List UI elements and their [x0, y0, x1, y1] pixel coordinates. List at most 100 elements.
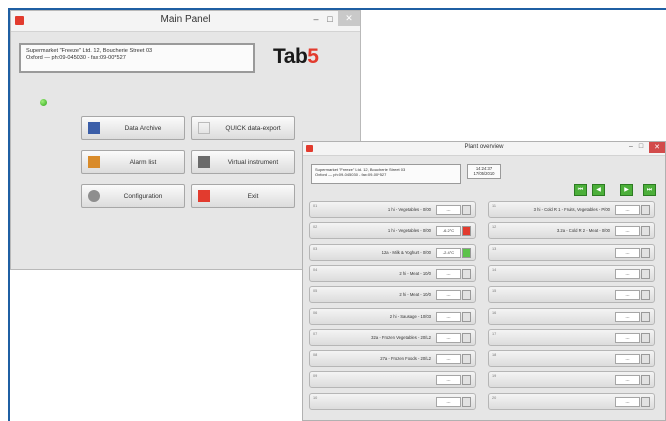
row-value: ---: [615, 226, 640, 237]
row-index: 12: [492, 225, 497, 230]
gear-icon: [88, 190, 100, 202]
row-index: 07: [313, 331, 318, 336]
plant-row[interactable]: 18 ---: [488, 350, 655, 368]
plant-row[interactable]: 01 1 hi - Vegetables - 0/00 ---: [309, 201, 476, 218]
row-index: 02: [313, 225, 318, 230]
row-value: ---: [436, 311, 461, 322]
plant-row[interactable]: 04 2 hi - Meat - 10/0 ---: [309, 264, 476, 282]
logo-text: Tab: [273, 45, 308, 68]
row-value: ---: [615, 205, 640, 215]
plant-row[interactable]: 15 ---: [488, 286, 655, 304]
alarm-list-label: Alarm list: [129, 159, 157, 166]
virtual-instrument-button[interactable]: Virtual instrument: [191, 150, 295, 174]
row-index: 16: [492, 310, 497, 315]
plant-row[interactable]: 17 ---: [488, 328, 655, 346]
row-value: ---: [615, 311, 640, 322]
row-value: ---: [436, 354, 461, 365]
plant-row[interactable]: 16 ---: [488, 307, 655, 325]
row-status-indicator: [641, 205, 650, 215]
plant-row[interactable]: 13 ---: [488, 243, 655, 261]
company-info-line1: Supermarket "Freeze" Ltd. 12, Boucherie …: [26, 48, 153, 54]
row-status-indicator: [641, 375, 650, 386]
exit-icon: [198, 190, 210, 202]
row-value: ---: [615, 268, 640, 279]
plant-window-title: Plant overview: [464, 144, 504, 150]
alarm-list-icon: [88, 156, 100, 168]
row-status-indicator: [462, 247, 471, 258]
row-status-indicator: [641, 290, 650, 301]
nav-prev-button[interactable]: ◀: [592, 184, 605, 196]
plant-row[interactable]: 20 ---: [488, 392, 655, 410]
row-index: 19: [492, 374, 497, 379]
row-index: 20: [492, 395, 497, 400]
minimize-button[interactable]: –: [310, 14, 322, 24]
plant-row[interactable]: 19 ---: [488, 371, 655, 389]
row-index: 11: [492, 204, 496, 208]
instrument-icon: [198, 156, 210, 168]
row-value: ---: [615, 247, 640, 258]
configuration-label: Configuration: [123, 193, 163, 200]
row-status-indicator: [641, 311, 650, 322]
row-index: 04: [313, 267, 318, 272]
status-led-icon: [40, 99, 47, 106]
exit-button[interactable]: Exit: [191, 184, 295, 208]
nav-next-button[interactable]: ▶: [620, 184, 633, 196]
row-status-indicator: [462, 268, 471, 279]
plant-close-button[interactable]: ✕: [649, 142, 665, 153]
exit-label: Exit: [247, 193, 259, 200]
row-status-indicator: [641, 268, 650, 279]
plant-row[interactable]: 02 1 hi - Vegetables - 0/00 -6.2°C: [309, 222, 476, 240]
plant-row[interactable]: 05 2 hi - Meat - 10/0 ---: [309, 286, 476, 304]
row-name: 2 hi - Sausage - 10/03: [389, 313, 431, 319]
row-status-indicator: [462, 311, 471, 322]
row-name: 3.2a - Cold R 2 - Meat - 0/00: [556, 228, 610, 234]
nav-last-button[interactable]: ⏭: [643, 184, 656, 196]
plant-row[interactable]: 08 27a - Frozen Foods - 20/L2 ---: [309, 350, 476, 368]
plant-maximize-button[interactable]: □: [635, 143, 647, 150]
row-value: ---: [436, 332, 461, 343]
row-status-indicator: [641, 226, 650, 237]
configuration-button[interactable]: Configuration: [81, 184, 185, 208]
row-status-indicator: [462, 205, 471, 215]
company-info-box: Supermarket "Freeze" Ltd. 12, Boucherie …: [19, 43, 255, 73]
row-status-indicator: [641, 396, 650, 407]
tab5-logo: Tab5: [273, 45, 319, 69]
row-index: 10: [313, 395, 318, 400]
row-index: 01: [313, 204, 318, 208]
virtual-instrument-label: Virtual instrument: [227, 159, 279, 166]
maximize-button[interactable]: □: [324, 14, 336, 24]
plant-row[interactable]: 12 3.2a - Cold R 2 - Meat - 0/00 ---: [488, 222, 655, 240]
data-archive-button[interactable]: Data Archive: [81, 116, 185, 140]
plant-titlebar[interactable]: Plant overview – □ ✕: [303, 142, 665, 156]
row-value: ---: [436, 290, 461, 301]
logo-number: 5: [307, 45, 319, 68]
row-index: 03: [313, 246, 318, 251]
row-name: 2 hi - Meat - 10/0: [399, 270, 431, 276]
row-status-indicator: [462, 290, 471, 301]
quick-data-export-button[interactable]: QUICK data-export: [191, 116, 295, 140]
row-name: 1 hi - Vegetables - 0/00: [387, 228, 431, 234]
plant-row[interactable]: 06 2 hi - Sausage - 10/03 ---: [309, 307, 476, 325]
plant-row[interactable]: 07 32a - Frozen Vegetables - 20/L2 ---: [309, 328, 476, 346]
row-name: 32a - Frozen Vegetables - 20/L2: [371, 334, 431, 340]
plant-row[interactable]: 09 ---: [309, 371, 476, 389]
close-button[interactable]: ✕: [338, 11, 360, 26]
row-index: 15: [492, 289, 497, 294]
plant-row[interactable]: 03 12a - Milk & Yoghurt - 0/00 -2.4°C: [309, 243, 476, 261]
plant-row[interactable]: 14 ---: [488, 264, 655, 282]
nav-first-button[interactable]: ⏮: [574, 184, 587, 196]
row-name: 27a - Frozen Foods - 20/L2: [380, 356, 431, 362]
row-value: ---: [615, 375, 640, 386]
plant-overview-window: Plant overview – □ ✕ Supermarket "Freeze…: [302, 141, 666, 421]
row-index: 17: [492, 331, 497, 336]
row-name: 1 hi - Vegetables - 0/00: [387, 207, 431, 212]
row-status-indicator: [641, 247, 650, 258]
row-value: ---: [436, 205, 461, 215]
alarm-list-button[interactable]: Alarm list: [81, 150, 185, 174]
row-status-indicator: [462, 396, 471, 407]
company-info-line2: Oxford — ph:09-045030 - fax:09-00*527: [26, 55, 126, 61]
plant-row[interactable]: 11 3 hi - Cold R 1 - Fruits, Vegetables -…: [488, 201, 655, 218]
row-name: 3 hi - Cold R 1 - Fruits, Vegetables - P…: [533, 207, 610, 212]
main-titlebar[interactable]: Main Panel – □ ✕: [11, 11, 360, 32]
plant-row[interactable]: 10 ---: [309, 392, 476, 410]
